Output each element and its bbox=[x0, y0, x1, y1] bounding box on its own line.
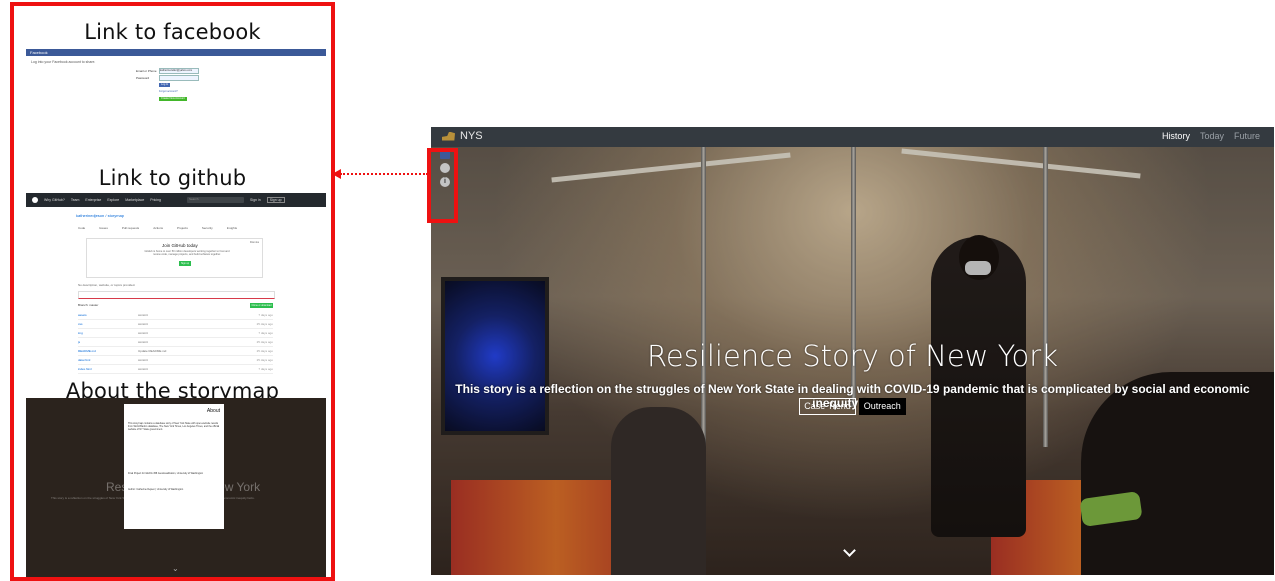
highlight-box bbox=[427, 148, 458, 223]
facebook-message: Log into your Facebook account to share. bbox=[31, 60, 96, 64]
about-modal-preview: Resilience Story of New York This story … bbox=[26, 398, 326, 577]
github-file-list: assets commit 7 days ago css commit 25 days … bbox=[78, 311, 273, 374]
outreach-button[interactable]: Outreach bbox=[858, 398, 906, 415]
github-tab-security[interactable]: Security bbox=[202, 226, 213, 230]
github-signin-link[interactable]: Sign in bbox=[250, 198, 261, 202]
brand-label: NYS bbox=[460, 130, 483, 142]
github-stats-bar bbox=[78, 291, 275, 299]
nav-history[interactable]: History bbox=[1162, 131, 1190, 141]
github-join-title: Join GitHub today bbox=[162, 243, 198, 248]
facebook-bar: Facebook bbox=[26, 49, 326, 56]
file-time: 25 days ago bbox=[256, 322, 273, 326]
navbar: NYS History Today Future bbox=[431, 127, 1274, 147]
hero-buttons: Case Trend Outreach bbox=[431, 398, 1274, 415]
facebook-password-label: Password bbox=[136, 76, 150, 80]
github-search-input[interactable]: Search bbox=[186, 197, 244, 203]
github-file-row[interactable]: README.md Update README.md 25 days ago bbox=[78, 347, 273, 356]
github-clone-button[interactable]: Clone or download bbox=[250, 303, 273, 308]
facebook-login-preview: Facebook Log into your Facebook account … bbox=[26, 49, 326, 109]
callout-panel: Link to facebook Facebook Log into your … bbox=[10, 2, 335, 581]
navbar-brand[interactable]: NYS bbox=[442, 130, 483, 142]
github-nav-item[interactable]: Marketplace bbox=[125, 198, 144, 202]
new-york-state-icon bbox=[442, 131, 455, 141]
github-signup-link[interactable]: Sign up bbox=[266, 197, 285, 203]
github-tab-insights[interactable]: Insights bbox=[227, 226, 237, 230]
github-join-description: GitHub is home to over 50 million develo… bbox=[144, 250, 230, 256]
facebook-password-field[interactable] bbox=[159, 75, 199, 81]
github-caption: Link to github bbox=[98, 166, 247, 190]
file-time: 25 days ago bbox=[256, 340, 273, 344]
file-commit: commit bbox=[138, 331, 148, 335]
facebook-create-button[interactable]: Create New Account bbox=[159, 97, 187, 101]
github-tab-projects[interactable]: Projects bbox=[177, 226, 188, 230]
github-branch-select[interactable]: Branch: master bbox=[78, 303, 98, 307]
github-logo-icon[interactable] bbox=[32, 197, 38, 203]
github-nav-item[interactable]: Explore bbox=[107, 198, 119, 202]
file-commit: commit bbox=[138, 358, 148, 362]
file-commit: commit bbox=[138, 322, 148, 326]
github-nav-item[interactable]: Why GitHub? bbox=[44, 198, 65, 202]
case-trend-button[interactable]: Case Trend bbox=[799, 398, 856, 415]
nav-future[interactable]: Future bbox=[1234, 131, 1260, 141]
github-file-row[interactable]: index.html commit 7 days ago bbox=[78, 365, 273, 374]
file-time: 7 days ago bbox=[258, 331, 273, 335]
github-tab-pull-requests[interactable]: Pull requests bbox=[122, 226, 139, 230]
about-author: Author: Catherine Dejsen | University of… bbox=[128, 488, 184, 491]
github-no-description: No description, website, or topics provi… bbox=[78, 283, 136, 287]
facebook-email-label: Email or Phone bbox=[136, 69, 157, 73]
file-commit: commit bbox=[138, 313, 148, 317]
about-paragraph: Final Project for GEOG 458 Geovisualizat… bbox=[128, 472, 204, 475]
file-time: 25 days ago bbox=[256, 349, 273, 353]
file-time: 7 days ago bbox=[258, 313, 273, 317]
github-file-row[interactable]: css commit 25 days ago bbox=[78, 320, 273, 329]
about-paragraph: This storymap contains a datebase story … bbox=[128, 422, 220, 431]
github-nav-item[interactable]: Enterprise bbox=[85, 198, 101, 202]
storymap-screenshot: NYS History Today Future Resilience Stor… bbox=[431, 127, 1274, 575]
file-name[interactable]: data.html bbox=[78, 358, 138, 362]
about-modal: About This storymap contains a datebase … bbox=[124, 404, 224, 529]
file-commit: commit bbox=[138, 367, 148, 371]
github-file-row[interactable]: data.html commit 25 days ago bbox=[78, 356, 273, 365]
file-name[interactable]: README.md bbox=[78, 349, 138, 353]
file-time: 7 days ago bbox=[258, 367, 273, 371]
file-name[interactable]: js bbox=[78, 340, 138, 344]
github-join-signup-button[interactable]: Sign up bbox=[179, 261, 191, 266]
nav-links: History Today Future bbox=[1162, 131, 1260, 141]
connector-line bbox=[340, 173, 428, 175]
github-repo-title[interactable]: katherinedjeson / storymap bbox=[76, 213, 326, 218]
facebook-caption: Link to facebook bbox=[84, 20, 261, 44]
facebook-forgot-link[interactable]: Forgot account? bbox=[159, 90, 178, 93]
github-join-signup-label: Sign up bbox=[180, 262, 190, 265]
file-name[interactable]: img bbox=[78, 331, 138, 335]
nav-today[interactable]: Today bbox=[1200, 131, 1224, 141]
file-commit: Update README.md bbox=[138, 349, 167, 353]
file-name[interactable]: css bbox=[78, 322, 138, 326]
file-time: 25 days ago bbox=[256, 358, 273, 362]
file-name[interactable]: index.html bbox=[78, 367, 138, 371]
github-repo-tabs: Code Issues Pull requests Actions Projec… bbox=[78, 226, 326, 230]
hero-title: Resilience Story of New York bbox=[647, 339, 1058, 373]
facebook-email-field[interactable]: katherinezeller@yahoo.com bbox=[159, 68, 199, 74]
github-repo-preview: Why GitHub? Team Enterprise Explore Mark… bbox=[26, 193, 326, 398]
file-commit: commit bbox=[138, 340, 148, 344]
github-file-row[interactable]: assets commit 7 days ago bbox=[78, 311, 273, 320]
github-nav-item[interactable]: Pricing bbox=[150, 198, 161, 202]
github-clone-label: Clone or download bbox=[251, 304, 272, 307]
github-tab-code[interactable]: Code bbox=[78, 226, 85, 230]
facebook-login-button[interactable]: Log In bbox=[159, 83, 171, 87]
github-tab-issues[interactable]: Issues bbox=[99, 226, 108, 230]
github-nav-item[interactable]: Team bbox=[71, 198, 80, 202]
github-header: Why GitHub? Team Enterprise Explore Mark… bbox=[26, 193, 326, 207]
chevron-down-icon[interactable]: ⌄ bbox=[172, 564, 179, 573]
github-file-row[interactable]: img commit 7 days ago bbox=[78, 329, 273, 338]
github-tab-actions[interactable]: Actions bbox=[153, 226, 163, 230]
github-join-box: Join GitHub today GitHub is home to over… bbox=[86, 238, 263, 278]
file-name[interactable]: assets bbox=[78, 313, 138, 317]
github-dismiss-button[interactable]: Dismiss bbox=[250, 241, 259, 244]
about-title: About bbox=[206, 408, 220, 414]
github-file-row[interactable]: js commit 25 days ago bbox=[78, 338, 273, 347]
